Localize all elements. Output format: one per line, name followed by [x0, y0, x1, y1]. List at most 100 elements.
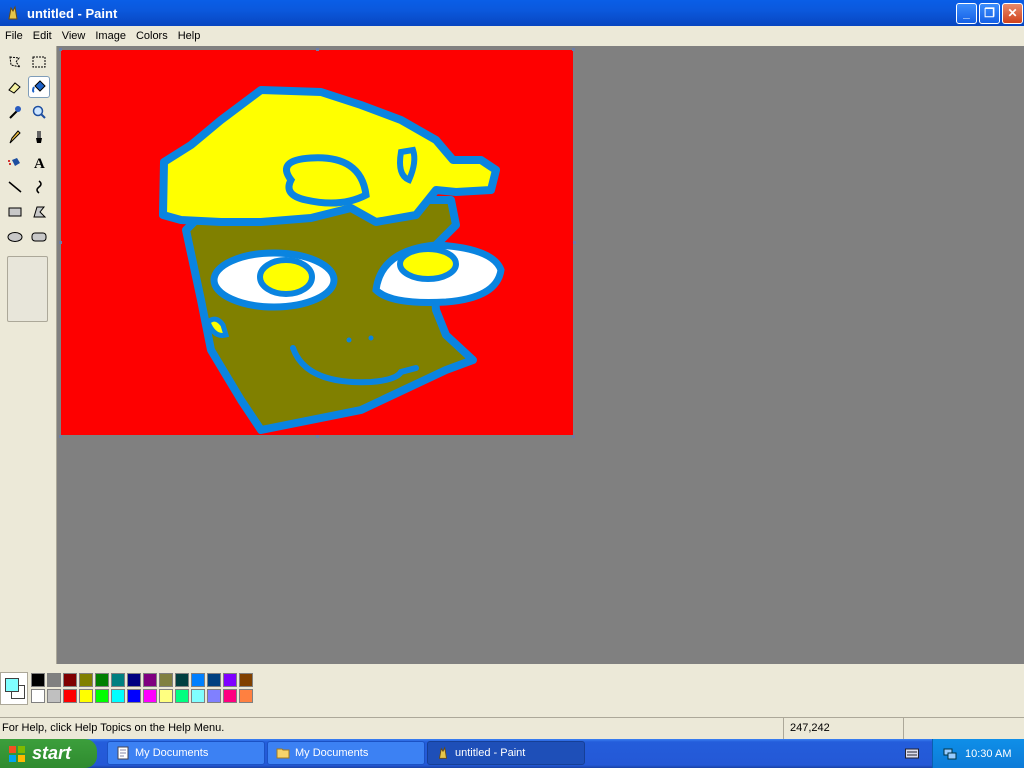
palette-swatch[interactable] — [95, 689, 109, 703]
canvas-handle — [316, 48, 319, 51]
task-untitled-paint[interactable]: untitled - Paint — [427, 741, 585, 765]
canvas-handle — [572, 48, 575, 51]
documents-icon — [117, 746, 129, 760]
palette-swatch[interactable] — [47, 689, 61, 703]
palette-swatch[interactable] — [31, 689, 45, 703]
palette-swatch[interactable] — [63, 689, 77, 703]
palette-swatch[interactable] — [79, 689, 93, 703]
current-colors-box[interactable] — [0, 672, 28, 705]
pencil-icon — [9, 130, 21, 144]
pick-color-tool[interactable] — [4, 101, 26, 123]
airbrush-tool[interactable] — [4, 151, 26, 173]
palette-swatch[interactable] — [111, 673, 125, 687]
close-button[interactable]: ✕ — [1002, 3, 1023, 24]
palette-swatch[interactable] — [143, 673, 157, 687]
status-bar: For Help, click Help Topics on the Help … — [0, 717, 1024, 739]
pencil-tool[interactable] — [4, 126, 26, 148]
menu-help[interactable]: Help — [173, 30, 206, 42]
palette-swatch[interactable] — [191, 689, 205, 703]
palette-swatch[interactable] — [63, 673, 77, 687]
menu-view[interactable]: View — [57, 30, 91, 42]
close-icon: ✕ — [1007, 6, 1018, 20]
palette-swatch[interactable] — [239, 689, 253, 703]
palette-swatch[interactable] — [159, 673, 173, 687]
magnifier-icon — [32, 105, 46, 119]
drawing-canvas[interactable] — [61, 50, 573, 435]
palette-swatch[interactable] — [127, 673, 141, 687]
line-tool[interactable] — [4, 176, 26, 198]
select-icon — [32, 56, 46, 68]
menu-file[interactable]: File — [0, 30, 28, 42]
polygon-icon — [33, 206, 47, 218]
menu-bar: File Edit View Image Colors Help — [0, 26, 1024, 45]
curve-icon — [36, 180, 42, 194]
task-my-documents-1[interactable]: My Documents — [107, 741, 265, 765]
start-button[interactable]: start — [0, 739, 97, 768]
maximize-button[interactable]: ❐ — [979, 3, 1000, 24]
palette-swatch[interactable] — [175, 689, 189, 703]
palette-swatch[interactable] — [79, 673, 93, 687]
tool-options-box[interactable] — [7, 256, 48, 322]
foreground-color-swatch — [5, 678, 19, 692]
taskbar: start My Documents My Documents untitled… — [0, 739, 1024, 768]
face-drawing — [159, 86, 505, 434]
windows-logo-icon — [9, 745, 25, 762]
minimize-icon: _ — [963, 6, 970, 20]
eraser-tool[interactable] — [4, 76, 26, 98]
pick-color-icon — [9, 106, 21, 119]
status-size-pane — [903, 718, 1023, 739]
text-tool[interactable]: A — [28, 151, 50, 173]
airbrush-icon — [8, 158, 20, 166]
restore-icon: ❐ — [984, 6, 995, 20]
brush-icon — [36, 131, 42, 143]
menu-image[interactable]: Image — [90, 30, 131, 42]
fill-icon — [32, 80, 46, 93]
palette-swatch[interactable] — [47, 673, 61, 687]
palette-swatch[interactable] — [239, 673, 253, 687]
clock[interactable]: 10:30 AM — [965, 748, 1011, 760]
fill-tool[interactable] — [28, 76, 50, 98]
canvas-handle — [59, 241, 62, 244]
toolbox: A — [0, 46, 57, 664]
keyboard-icon[interactable] — [905, 747, 919, 759]
canvas-handle — [59, 435, 62, 438]
rounded-rectangle-tool[interactable] — [28, 226, 50, 248]
eraser-icon — [8, 82, 21, 94]
brush-tool[interactable] — [28, 126, 50, 148]
task-label: untitled - Paint — [455, 747, 526, 759]
select-tool[interactable] — [28, 51, 50, 73]
palette-swatch[interactable] — [127, 689, 141, 703]
free-form-select-tool[interactable] — [4, 51, 26, 73]
palette-swatch[interactable] — [223, 689, 237, 703]
folder-icon — [276, 748, 290, 759]
menu-colors[interactable]: Colors — [131, 30, 173, 42]
free-form-select-icon — [9, 56, 22, 68]
network-icon[interactable] — [943, 747, 957, 761]
palette-swatch[interactable] — [111, 689, 125, 703]
palette-swatch[interactable] — [223, 673, 237, 687]
palette-swatch[interactable] — [159, 689, 173, 703]
rectangle-tool[interactable] — [4, 201, 26, 223]
system-tray: 10:30 AM — [932, 739, 1024, 768]
palette-swatch[interactable] — [95, 673, 109, 687]
canvas-resize-handle[interactable] — [572, 435, 575, 438]
palette-swatch[interactable] — [143, 689, 157, 703]
polygon-tool[interactable] — [28, 201, 50, 223]
rounded-rectangle-icon — [31, 232, 47, 242]
palette-swatch[interactable] — [207, 673, 221, 687]
ellipse-icon — [7, 232, 23, 242]
palette-swatch[interactable] — [207, 689, 221, 703]
canvas-handle — [59, 48, 62, 51]
title-bar[interactable]: untitled - Paint _ ❐ ✕ — [0, 0, 1024, 26]
minimize-button[interactable]: _ — [956, 3, 977, 24]
magnifier-tool[interactable] — [28, 101, 50, 123]
task-my-documents-2[interactable]: My Documents — [267, 741, 425, 765]
palette-swatch[interactable] — [175, 673, 189, 687]
palette-swatch[interactable] — [191, 673, 205, 687]
menu-edit[interactable]: Edit — [28, 30, 57, 42]
canvas-resize-handle[interactable] — [316, 435, 319, 438]
palette-swatch[interactable] — [31, 673, 45, 687]
ellipse-tool[interactable] — [4, 226, 26, 248]
curve-tool[interactable] — [28, 176, 50, 198]
canvas-resize-handle[interactable] — [573, 241, 576, 244]
